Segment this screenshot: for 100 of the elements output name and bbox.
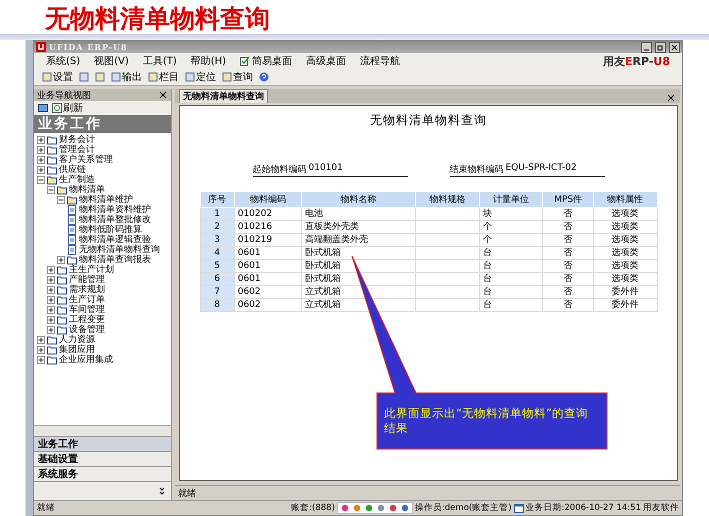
table-cell: 个 (479, 220, 543, 234)
table-cell: 高端翻盖类外壳 (302, 234, 416, 246)
menu-item[interactable]: 系统(S) (46, 54, 80, 68)
tree-item[interactable]: 企业应用集成 (59, 355, 113, 365)
tree-item[interactable]: 无物料清单物料查询 (79, 245, 160, 255)
expand-icon[interactable] (37, 356, 45, 364)
tree-item[interactable]: 物料低阶码推算 (79, 225, 142, 235)
menu-item[interactable]: 视图(V) (94, 54, 129, 68)
table-cell: 选项类 (593, 260, 657, 272)
expand-icon[interactable] (47, 296, 55, 304)
document-tab[interactable]: 无物料清单物料查询 (179, 89, 268, 103)
tree-item[interactable]: 物料清单查询报表 (79, 255, 151, 265)
company-text: 用友软件 (643, 502, 679, 514)
menu-item[interactable]: 流程导航 (360, 54, 400, 68)
menu-item[interactable]: 高级桌面 (306, 54, 346, 68)
table-cell: 选项类 (593, 220, 657, 234)
slide-title: 无物料清单物料查询 (45, 4, 270, 34)
expand-icon[interactable] (57, 256, 65, 264)
expand-icon[interactable] (37, 136, 45, 144)
tree-item[interactable]: 设备管理 (69, 325, 105, 335)
table-cell: 否 (542, 246, 594, 260)
expand-icon[interactable] (37, 166, 45, 174)
table-cell: 台 (479, 298, 543, 312)
menu-item[interactable]: 简易桌面 (240, 54, 292, 68)
tree-item[interactable]: 需求规划 (69, 285, 105, 295)
toolbar-button[interactable]: 栏目 (148, 70, 179, 84)
expand-icon[interactable] (47, 276, 55, 284)
menu-item[interactable]: 工具(T) (142, 54, 177, 68)
view-icon[interactable] (38, 103, 48, 113)
nav-section-tab[interactable]: 系统服务 (34, 466, 171, 481)
nav-section-tab[interactable]: 基础设置 (34, 451, 171, 466)
table-cell: 个 (479, 234, 543, 246)
table-cell: 直板类外壳类 (302, 220, 416, 234)
chevron-icon[interactable] (157, 486, 167, 496)
table-cell: 选项类 (593, 272, 657, 286)
callout-text: 此界面显示出“无物料清单物料”的查询结果 (384, 406, 589, 436)
expand-icon[interactable] (37, 336, 45, 344)
table-cell: 委外件 (593, 298, 657, 312)
tree-item[interactable]: 物料清单 (69, 185, 105, 195)
column-header: 物料编码 (234, 192, 302, 208)
table-cell: 010216 (234, 220, 302, 234)
expand-icon[interactable] (37, 346, 45, 354)
help-icon[interactable] (259, 72, 269, 82)
row-number: 7 (200, 286, 234, 298)
table-cell: 0602 (234, 286, 302, 298)
restore-icon[interactable] (655, 42, 666, 52)
table-cell: 010219 (234, 234, 302, 246)
expand-icon[interactable] (47, 286, 55, 294)
toolbar-button[interactable]: 设置 (42, 70, 73, 84)
tree-item[interactable]: 集团应用 (59, 345, 95, 355)
tree-item[interactable]: 人力资源 (59, 335, 95, 345)
toolbar-button[interactable]: 输出 (111, 70, 142, 84)
tree-item[interactable]: 管理会计 (59, 145, 95, 155)
tree-item[interactable]: 产能管理 (69, 275, 105, 285)
row-number: 1 (200, 208, 234, 220)
column-header: 计量单位 (479, 192, 543, 208)
tree-item[interactable]: 物料清单逻辑查验 (79, 235, 151, 245)
expand-icon[interactable] (47, 306, 55, 314)
toolbar-button[interactable]: 查询 (222, 70, 253, 84)
collapse-icon[interactable] (57, 196, 65, 204)
tree-item[interactable]: 物料清单整批修改 (79, 215, 151, 225)
tray-icons[interactable] (336, 502, 413, 514)
tree-item[interactable]: 主生产计划 (69, 265, 114, 275)
tree-item[interactable]: 物料清单资料维护 (79, 205, 151, 215)
tree-item[interactable]: 生产制造 (59, 175, 95, 185)
table-cell: 0601 (234, 246, 302, 260)
calendar-icon (514, 503, 524, 513)
close-icon[interactable] (669, 42, 680, 52)
expand-icon[interactable] (47, 326, 55, 334)
toolbar-button[interactable]: 定位 (185, 70, 216, 84)
tree-item[interactable]: 工程变更 (69, 315, 105, 325)
table-cell: 010202 (234, 208, 302, 220)
table-cell: 选项类 (593, 208, 657, 220)
tree-item[interactable]: 供应链 (59, 165, 86, 175)
tree-item[interactable]: 生产订单 (69, 295, 105, 305)
collapse-icon[interactable] (47, 186, 55, 194)
expand-icon[interactable] (47, 266, 55, 274)
expand-icon[interactable] (47, 316, 55, 324)
collapse-icon[interactable] (37, 176, 45, 184)
table-cell: 否 (542, 298, 594, 312)
table-cell: 台 (479, 272, 543, 286)
tree-item[interactable]: 财务会计 (59, 135, 95, 145)
nav-section-tab[interactable]: 业务工作 (34, 436, 171, 451)
table-cell: 选项类 (593, 246, 657, 260)
table-cell (416, 234, 480, 246)
refresh-icon (52, 103, 62, 113)
minimize-icon[interactable] (641, 42, 652, 52)
app-logo-icon (36, 42, 46, 52)
tree-item[interactable]: 车间管理 (69, 305, 105, 315)
tree-item[interactable]: 客户关系管理 (59, 155, 113, 165)
column-header: 物料规格 (416, 192, 480, 208)
close-icon[interactable] (666, 93, 676, 103)
expand-icon[interactable] (37, 146, 45, 154)
menu-item[interactable]: 帮助(H) (190, 54, 226, 68)
tree-item[interactable]: 物料清单维护 (79, 195, 133, 205)
table-cell (416, 272, 480, 286)
expand-icon[interactable] (37, 156, 45, 164)
horizontal-scrollbar[interactable] (34, 425, 171, 436)
close-icon[interactable] (158, 90, 168, 100)
row-number: 5 (200, 260, 234, 272)
